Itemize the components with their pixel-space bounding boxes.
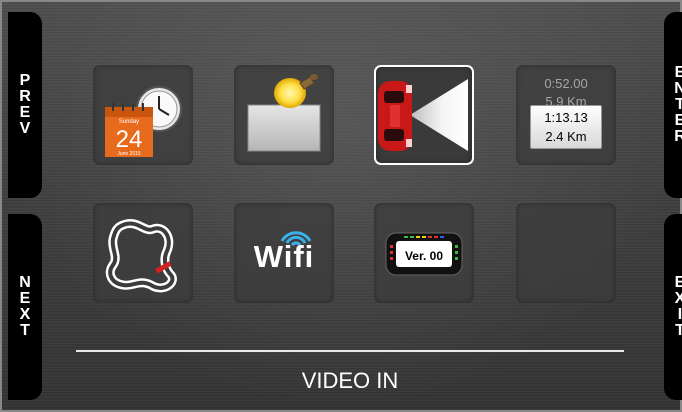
prev-button-label: PREV — [19, 72, 31, 137]
next-button[interactable]: NEXT — [8, 214, 42, 400]
lap-box: 1:13.13 2.4 Km — [530, 105, 602, 149]
lamp-lightbulb-icon — [247, 74, 321, 152]
enter-button-label: ENTER — [674, 64, 682, 145]
selected-item-label: VIDEO IN — [301, 368, 399, 393]
tile-lap-time[interactable]: 0:52.00 5.9 Km 1:13.13 2.4 Km — [516, 65, 616, 165]
wifi-label: Wifi — [253, 239, 315, 274]
prev-button[interactable]: PREV — [8, 12, 42, 198]
calendar-weekday: Sunday — [119, 119, 139, 125]
tile-tracks[interactable] — [93, 203, 193, 303]
race-track-icon — [105, 219, 177, 293]
next-button-label: NEXT — [19, 274, 31, 339]
tile-firmware[interactable]: Ver. 00 — [374, 203, 474, 303]
tile-video-in[interactable] — [374, 65, 474, 165]
faded-lap-time: 0:52.00 — [544, 76, 588, 91]
tile-wifi[interactable]: Wifi — [234, 203, 334, 303]
lap-distance: 2.4 Km — [545, 129, 587, 144]
tile-date-time[interactable]: Sunday 24 June 2015 — [93, 65, 193, 165]
tile-backlight[interactable] — [234, 65, 334, 165]
divider — [76, 350, 624, 352]
calendar-day: 24 — [116, 126, 143, 153]
calendar-month: June 2015 — [117, 151, 141, 157]
lap-time: 1:13.13 — [544, 110, 588, 125]
exit-button[interactable]: EXIT — [664, 214, 682, 400]
exit-button-label: EXIT — [674, 274, 682, 339]
car-camera-icon — [378, 79, 468, 151]
calendar-clock-icon: Sunday 24 June 2015 — [105, 86, 182, 157]
firmware-version: Ver. 00 — [404, 249, 444, 263]
tile-empty — [516, 203, 616, 303]
enter-button[interactable]: ENTER — [664, 12, 682, 198]
